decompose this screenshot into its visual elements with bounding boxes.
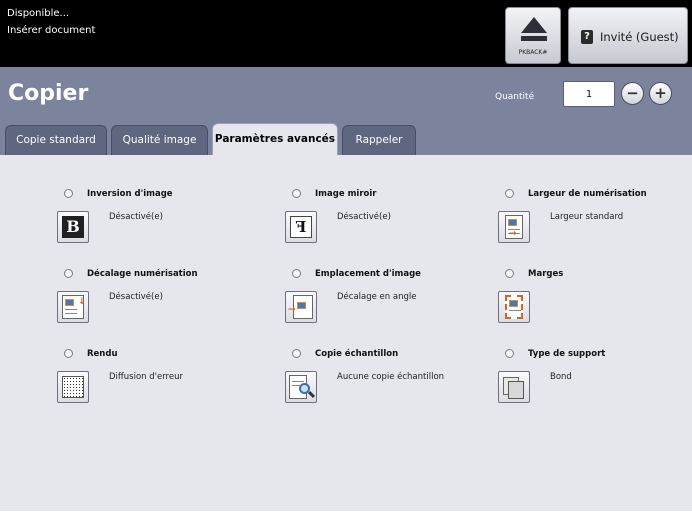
user-icon: ? bbox=[581, 30, 593, 44]
feature-media-type[interactable]: Type de support Bond bbox=[498, 349, 692, 419]
feature-value: Largeur standard bbox=[550, 212, 624, 222]
advanced-settings-panel: Inversion d'image B Désactivé(e) Image m… bbox=[0, 155, 692, 511]
feature-title: Décalage numérisation bbox=[87, 269, 198, 279]
guest-label: Invité (Guest) bbox=[600, 30, 679, 44]
guest-user-button[interactable]: ? Invité (Guest) bbox=[568, 7, 688, 64]
scan-width-icon[interactable]: → bbox=[498, 211, 530, 243]
image-placement-icon[interactable]: → bbox=[285, 291, 317, 323]
pkback-button[interactable]: PKBACK# bbox=[505, 7, 561, 64]
invert-image-icon[interactable]: B bbox=[57, 211, 89, 243]
feature-scan-shift[interactable]: Décalage numérisation ↓ Désactivé(e) bbox=[57, 269, 269, 339]
feature-rendering[interactable]: Rendu Diffusion d'erreur bbox=[57, 349, 269, 419]
feature-mirror-image[interactable]: Image miroir F Désactivé(e) bbox=[285, 189, 497, 259]
radio-indicator bbox=[292, 349, 301, 358]
feature-scan-width[interactable]: Largeur de numérisation → Largeur standa… bbox=[498, 189, 692, 259]
status-text-ready: Disponible... bbox=[7, 8, 70, 19]
feature-sample-copy[interactable]: Copie échantillon Aucune copie échantill… bbox=[285, 349, 497, 419]
feature-margins[interactable]: Marges bbox=[498, 269, 692, 339]
feature-value: Aucune copie échantillon bbox=[337, 372, 445, 382]
bottom-strip bbox=[0, 511, 692, 517]
margins-icon[interactable] bbox=[498, 291, 530, 323]
feature-title: Largeur de numérisation bbox=[528, 189, 647, 199]
radio-indicator bbox=[292, 189, 301, 198]
pkback-label: PKBACK# bbox=[518, 49, 548, 56]
feature-value: Décalage en angle bbox=[337, 292, 417, 302]
status-bar: Disponible... Insérer document PKBACK# ?… bbox=[0, 0, 692, 67]
title-band: Copier Quantité − + Copie standard Quali… bbox=[0, 67, 692, 156]
feature-value: Désactivé(e) bbox=[337, 212, 391, 222]
feature-title: Image miroir bbox=[315, 189, 377, 199]
feature-value: Désactivé(e) bbox=[109, 292, 163, 302]
status-text-insert: Insérer document bbox=[7, 25, 96, 36]
feature-image-inversion[interactable]: Inversion d'image B Désactivé(e) bbox=[57, 189, 269, 259]
rendering-icon[interactable] bbox=[57, 371, 89, 403]
feature-title: Rendu bbox=[87, 349, 118, 359]
page-title: Copier bbox=[8, 81, 89, 106]
radio-indicator bbox=[505, 269, 514, 278]
radio-indicator bbox=[64, 269, 73, 278]
feature-value: Diffusion d'erreur bbox=[109, 372, 183, 382]
tab-standard-copy[interactable]: Copie standard bbox=[5, 125, 107, 155]
feature-value: Bond bbox=[550, 372, 572, 382]
quantity-increase-button[interactable]: + bbox=[649, 82, 672, 105]
feature-image-placement[interactable]: Emplacement d'image → Décalage en angle bbox=[285, 269, 497, 339]
feature-title: Copie échantillon bbox=[315, 349, 399, 359]
sample-copy-icon[interactable] bbox=[285, 371, 317, 403]
media-type-icon[interactable] bbox=[498, 371, 530, 403]
feature-title: Type de support bbox=[528, 349, 606, 359]
tab-recall[interactable]: Rappeler bbox=[342, 125, 416, 155]
mirror-image-icon[interactable]: F bbox=[285, 211, 317, 243]
feature-title: Inversion d'image bbox=[87, 189, 173, 199]
quantity-decrease-button[interactable]: − bbox=[621, 82, 644, 105]
feature-value: Désactivé(e) bbox=[109, 212, 163, 222]
scan-shift-icon[interactable]: ↓ bbox=[57, 291, 89, 323]
radio-indicator bbox=[64, 189, 73, 198]
tab-advanced-settings[interactable]: Paramètres avancés bbox=[212, 123, 338, 156]
tab-image-quality[interactable]: Qualité image bbox=[111, 125, 208, 155]
quantity-label: Quantité bbox=[495, 92, 535, 102]
feature-title: Marges bbox=[528, 269, 564, 279]
radio-indicator bbox=[64, 349, 73, 358]
radio-indicator bbox=[292, 269, 301, 278]
radio-indicator bbox=[505, 189, 514, 198]
eject-icon bbox=[521, 17, 547, 33]
quantity-input[interactable] bbox=[563, 81, 615, 107]
radio-indicator bbox=[505, 349, 514, 358]
feature-title: Emplacement d'image bbox=[315, 269, 421, 279]
